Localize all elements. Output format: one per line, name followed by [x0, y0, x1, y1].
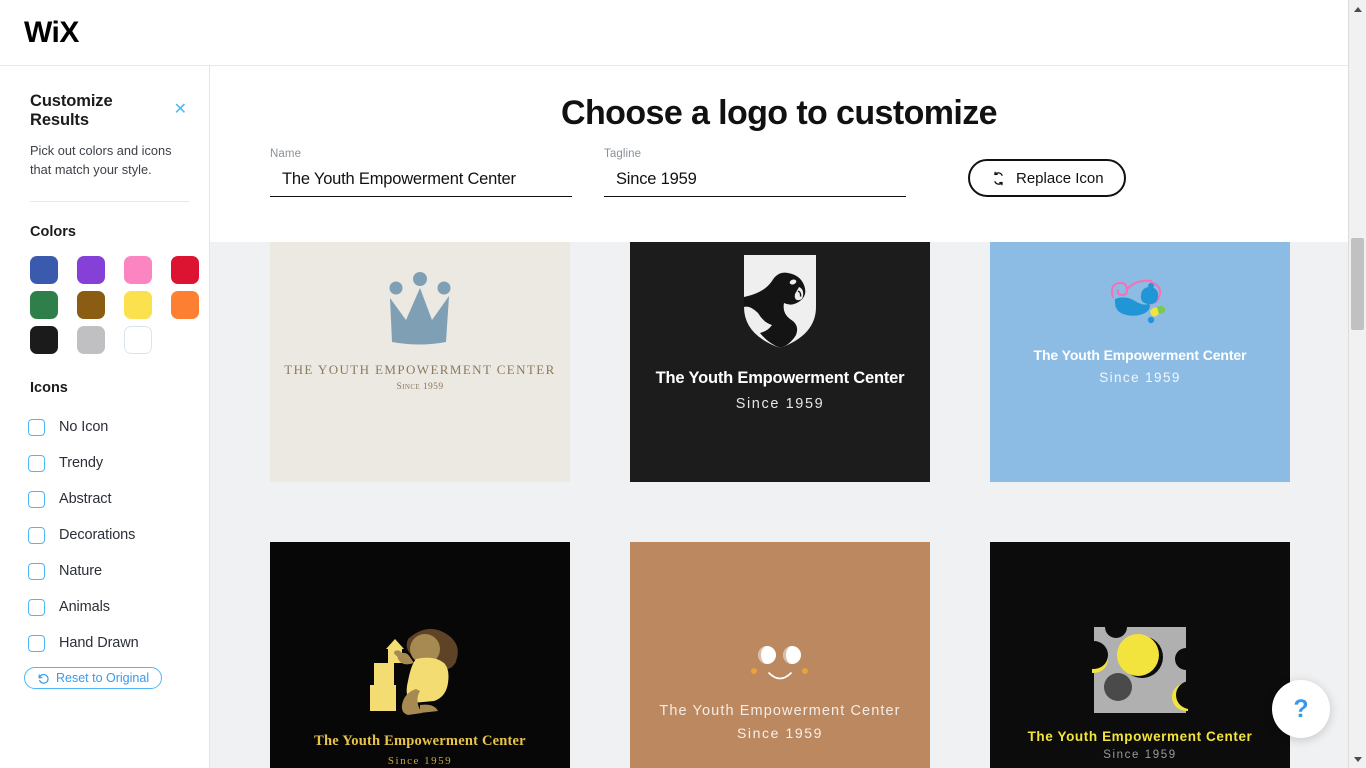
- scroll-down-arrow-icon[interactable]: [1349, 750, 1366, 768]
- icon-filter-label: Nature: [59, 563, 102, 580]
- icon-filter-list: No Icon Trendy Abstract Decorations Nature An…: [28, 409, 209, 661]
- abstract-square-icon: [1091, 625, 1188, 713]
- color-swatch-grid: [30, 256, 199, 355]
- reset-to-original-button[interactable]: Reset to Original: [24, 667, 163, 690]
- logo-tagline: Since 1959: [1103, 749, 1177, 761]
- icon-filter-trendy[interactable]: Trendy: [28, 445, 209, 481]
- panel-header: Customize Results ✕ Pick out colors and …: [0, 66, 209, 203]
- logo-tagline: Since 1959: [387, 755, 453, 767]
- icon-filter-decorations[interactable]: Decorations: [28, 517, 209, 553]
- colors-heading: Colors: [30, 224, 76, 241]
- replace-icon-button[interactable]: Replace Icon: [968, 159, 1126, 197]
- scrollbar-thumb[interactable]: [1351, 238, 1364, 330]
- color-swatch-pink[interactable]: [124, 256, 152, 285]
- checkbox[interactable]: [28, 490, 45, 508]
- bear-shield-icon: [744, 254, 816, 348]
- close-icon[interactable]: ✕: [172, 101, 189, 121]
- checkbox[interactable]: [28, 562, 45, 580]
- wix-logo[interactable]: WiX: [24, 17, 79, 48]
- color-swatch-yellow[interactable]: [124, 291, 152, 320]
- reset-arrow-icon: [38, 673, 49, 684]
- logo-maker-page: WiX Customize Results ✕ Pick out colors …: [0, 0, 1366, 768]
- logo-card-bear-shield[interactable]: The Youth Empowerment Center Since 1959: [630, 242, 930, 482]
- color-swatch-brown[interactable]: [77, 291, 105, 320]
- icon-filter-label: No Icon: [59, 419, 109, 436]
- swap-refresh-icon: [994, 171, 1003, 185]
- scroll-up-arrow-icon[interactable]: [1349, 0, 1366, 18]
- logo-name: The Youth Empowerment Center: [1033, 347, 1247, 363]
- customize-results-panel: Customize Results ✕ Pick out colors and …: [0, 66, 210, 768]
- color-swatch-white[interactable]: [124, 326, 152, 355]
- color-swatch-black[interactable]: [30, 326, 58, 355]
- color-swatch-green[interactable]: [30, 291, 58, 320]
- top-bar: WiX: [0, 0, 1348, 66]
- replace-icon-label: Replace Icon: [1016, 169, 1104, 187]
- logo-name: The Youth Empowerment Center: [659, 703, 901, 719]
- logo-grid: THE YOUTH EMPOWERMENT CENTER Since 1959 …: [270, 242, 1290, 768]
- icon-filter-hand-drawn[interactable]: Hand Drawn: [28, 625, 209, 661]
- name-input[interactable]: [270, 167, 572, 197]
- checkbox[interactable]: [28, 598, 45, 616]
- icon-filter-abstract[interactable]: Abstract: [28, 481, 209, 517]
- logo-name: The Youth Empowerment Center: [1027, 729, 1253, 744]
- child-blocks-icon: [369, 628, 458, 715]
- icon-filter-label: Decorations: [59, 527, 136, 544]
- logo-card-child-blocks[interactable]: The Youth Empowerment Center Since 1959: [270, 542, 570, 768]
- child-butterfly-icon: [1110, 279, 1166, 324]
- checkbox[interactable]: [28, 526, 45, 544]
- logo-text-fields: Name Tagline Replace Icon: [270, 148, 1126, 197]
- main-header: Choose a logo to customize Name Tagline …: [210, 66, 1348, 242]
- logo-card-abstract-square[interactable]: The Youth Empowerment Center Since 1959: [990, 542, 1290, 768]
- logo-tagline: Since 1959: [1099, 370, 1181, 385]
- icon-filter-label: Abstract: [59, 491, 112, 508]
- logo-results-area: THE YOUTH EMPOWERMENT CENTER Since 1959 …: [210, 242, 1348, 768]
- icon-filter-label: Hand Drawn: [59, 635, 139, 652]
- color-swatch-gray[interactable]: [77, 326, 105, 355]
- logo-tagline: Since 1959: [396, 382, 444, 392]
- checkbox[interactable]: [28, 418, 45, 436]
- logo-name: The Youth Empowerment Center: [655, 368, 905, 387]
- icon-filter-nature[interactable]: Nature: [28, 553, 209, 589]
- icon-filter-label: Animals: [59, 599, 110, 616]
- tagline-label: Tagline: [604, 148, 642, 160]
- page-scrollbar[interactable]: [1348, 0, 1366, 768]
- icon-filter-label: Trendy: [59, 455, 103, 472]
- tagline-field-group: Tagline: [604, 148, 906, 197]
- reset-label: Reset to Original: [56, 671, 150, 686]
- tagline-input[interactable]: [604, 167, 906, 197]
- color-swatch-orange[interactable]: [171, 291, 199, 320]
- icons-heading: Icons: [30, 380, 68, 397]
- name-field-group: Name: [270, 148, 572, 197]
- logo-name: The Youth Empowerment Center: [314, 733, 526, 749]
- name-label: Name: [270, 148, 302, 160]
- page-title: Choose a logo to customize: [561, 94, 997, 132]
- checkbox[interactable]: [28, 454, 45, 472]
- color-swatch-red[interactable]: [171, 256, 199, 285]
- panel-subtitle: Pick out colors and icons that match you…: [30, 143, 172, 177]
- logo-name: THE YOUTH EMPOWERMENT CENTER: [284, 362, 556, 377]
- crown-icon: [389, 272, 451, 345]
- logo-card-child-butterfly[interactable]: The Youth Empowerment Center Since 1959: [990, 242, 1290, 482]
- logo-card-crown[interactable]: THE YOUTH EMPOWERMENT CENTER Since 1959: [270, 242, 570, 482]
- question-mark-icon: ?: [1293, 694, 1309, 723]
- panel-title: Customize Results: [30, 92, 113, 129]
- color-swatch-purple[interactable]: [77, 256, 105, 285]
- color-swatch-blue[interactable]: [30, 256, 58, 285]
- logo-card-smiley-face[interactable]: The Youth Empowerment Center Since 1959: [630, 542, 930, 768]
- checkbox[interactable]: [28, 634, 45, 652]
- logo-tagline: Since 1959: [735, 395, 825, 412]
- logo-tagline: Since 1959: [736, 725, 824, 741]
- icon-filter-animals[interactable]: Animals: [28, 589, 209, 625]
- smiley-face-icon: [750, 646, 808, 680]
- help-button[interactable]: ?: [1272, 680, 1330, 738]
- icon-filter-no-icon[interactable]: No Icon: [28, 409, 209, 445]
